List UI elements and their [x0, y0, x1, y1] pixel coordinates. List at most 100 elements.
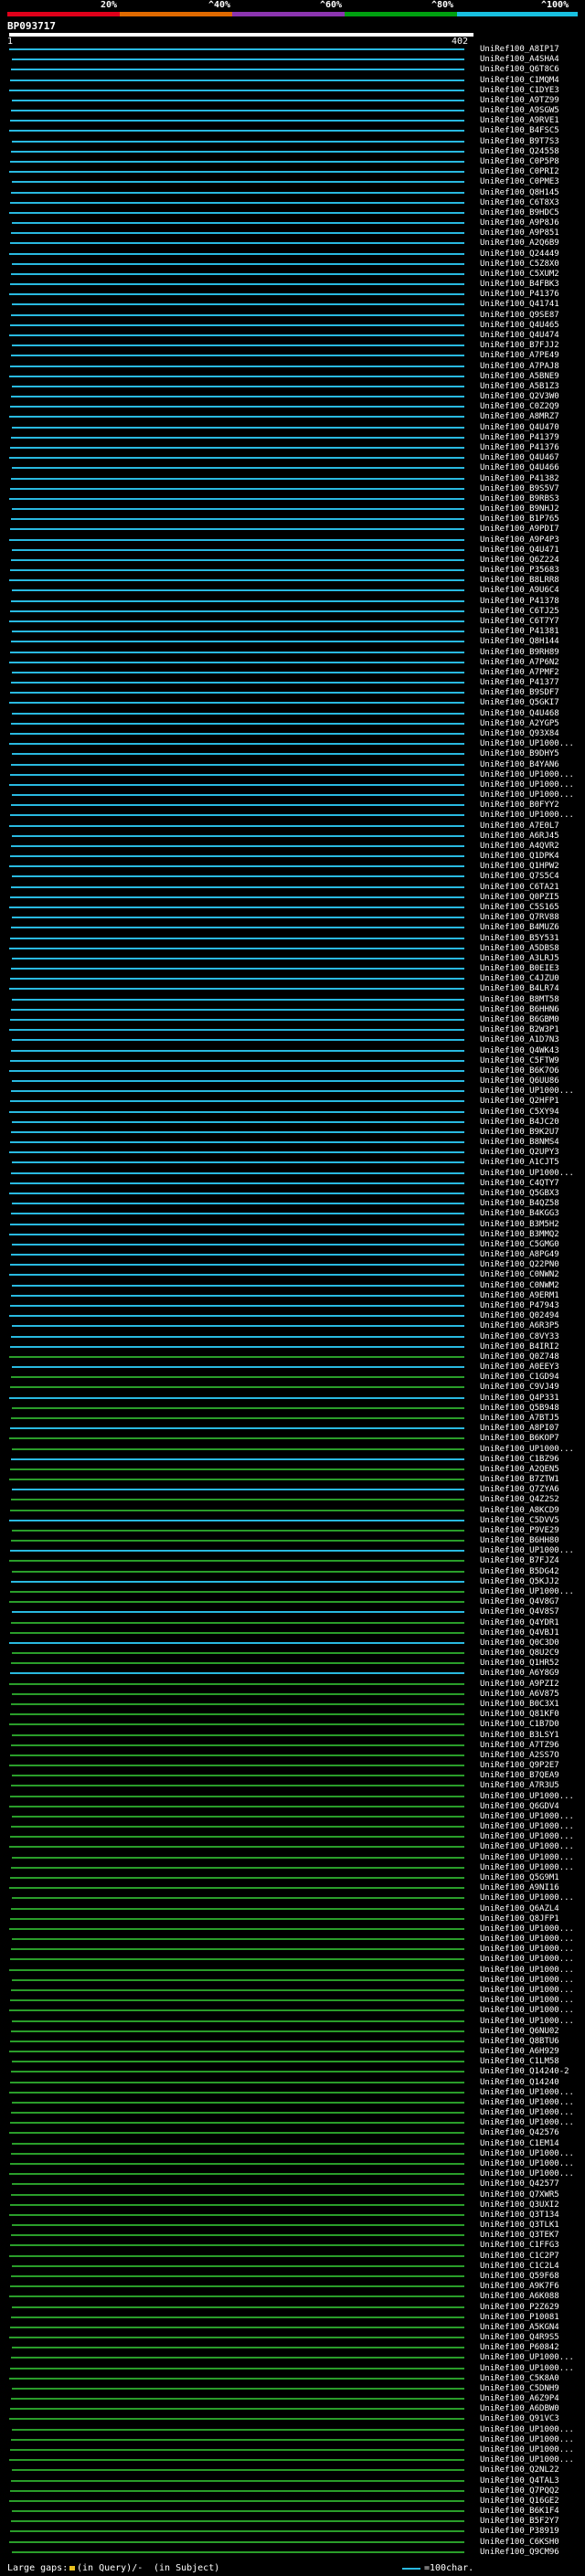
hit-alignment-bar[interactable] [11, 1662, 464, 1665]
hit-alignment-bar[interactable] [12, 140, 464, 143]
hit-label[interactable]: UniRef100_P9VE29 [480, 1526, 559, 1535]
hit-label[interactable]: UniRef100_B4YAN6 [480, 760, 559, 769]
hit-label[interactable]: UniRef100_UP1000... [480, 1853, 574, 1862]
hit-label[interactable]: UniRef100_B6GBM0 [480, 1015, 559, 1024]
hit-label[interactable]: UniRef100_A5B1Z3 [480, 382, 559, 391]
hit-alignment-bar[interactable] [11, 2316, 464, 2318]
hit-alignment-bar[interactable] [10, 651, 464, 653]
hit-alignment-bar[interactable] [10, 1182, 464, 1184]
hit-label[interactable]: UniRef100_Q6T8C6 [480, 66, 559, 74]
hit-alignment-bar[interactable] [9, 2295, 464, 2298]
hit-alignment-bar[interactable] [10, 1754, 464, 1756]
hit-alignment-bar[interactable] [9, 824, 464, 827]
hit-label[interactable]: UniRef100_Q4U474 [480, 332, 559, 340]
hit-label[interactable]: UniRef100_UP1000... [480, 1812, 574, 1821]
hit-alignment-bar[interactable] [10, 1836, 464, 1839]
hit-label[interactable]: UniRef100_Q1DPK4 [480, 853, 559, 861]
hit-alignment-bar[interactable] [10, 732, 464, 735]
hit-label[interactable]: UniRef100_C0Z2Q9 [480, 403, 559, 411]
hit-alignment-bar[interactable] [10, 120, 464, 122]
hit-label[interactable]: UniRef100_UP1000... [480, 1833, 574, 1841]
hit-label[interactable]: UniRef100_C0NWN2 [480, 1271, 559, 1279]
hit-label[interactable]: UniRef100_Q81KF0 [480, 1711, 559, 1719]
hit-label[interactable]: UniRef100_Q4U470 [480, 423, 559, 432]
hit-label[interactable]: UniRef100_C5XY94 [480, 1108, 559, 1117]
hit-label[interactable]: UniRef100_C0PRI2 [480, 168, 559, 176]
hit-label[interactable]: UniRef100_B6K1F4 [480, 2507, 559, 2516]
hit-alignment-bar[interactable] [11, 436, 464, 439]
hit-label[interactable]: UniRef100_A9P4P3 [480, 535, 559, 545]
hit-alignment-bar[interactable] [12, 1652, 464, 1655]
hit-alignment-bar[interactable] [9, 2254, 464, 2257]
hit-alignment-bar[interactable] [10, 2489, 464, 2492]
hit-label[interactable]: UniRef100_P47943 [480, 1302, 559, 1310]
hit-label[interactable]: UniRef100_Q4WK43 [480, 1046, 559, 1055]
hit-label[interactable]: UniRef100_A4QVR2 [480, 842, 559, 851]
hit-alignment-bar[interactable] [12, 2510, 464, 2513]
hit-alignment-bar[interactable] [11, 682, 464, 684]
hit-alignment-bar[interactable] [10, 1100, 464, 1103]
hit-label[interactable]: UniRef100_B9T7S3 [480, 137, 559, 146]
hit-alignment-bar[interactable] [10, 896, 464, 898]
hit-label[interactable]: UniRef100_UP1000... [480, 1966, 574, 1975]
hit-label[interactable]: UniRef100_B5Y531 [480, 934, 559, 943]
hit-label[interactable]: UniRef100_UP1000... [480, 1976, 574, 1985]
hit-alignment-bar[interactable] [11, 2398, 464, 2401]
hit-label[interactable]: UniRef100_P41378 [480, 597, 559, 606]
hit-label[interactable]: UniRef100_Q42577 [480, 2180, 559, 2189]
hit-label[interactable]: UniRef100_UP1000... [480, 2109, 574, 2117]
hit-alignment-bar[interactable] [10, 323, 464, 326]
hit-alignment-bar[interactable] [9, 1927, 464, 1930]
hit-label[interactable]: UniRef100_C6T7Y7 [480, 618, 559, 626]
hit-alignment-bar[interactable] [10, 1591, 464, 1593]
hit-alignment-bar[interactable] [12, 2550, 464, 2553]
hit-label[interactable]: UniRef100_UP1000... [480, 770, 574, 779]
hit-alignment-bar[interactable] [9, 1682, 464, 1685]
hit-alignment-bar[interactable] [9, 497, 464, 500]
hit-label[interactable]: UniRef100_B9RH89 [480, 648, 559, 657]
hit-alignment-bar[interactable] [11, 1130, 464, 1133]
hit-label[interactable]: UniRef100_UP1000... [480, 1986, 574, 1995]
hit-alignment-bar[interactable] [12, 2061, 464, 2063]
hit-label[interactable]: UniRef100_B4KGG3 [480, 1210, 559, 1218]
hit-label[interactable]: UniRef100_Q3T134 [480, 2210, 559, 2220]
hit-label[interactable]: UniRef100_Q41741 [480, 301, 559, 309]
hit-label[interactable]: UniRef100_B2W3P1 [480, 1026, 559, 1034]
hit-label[interactable]: UniRef100_UP1000... [480, 1087, 574, 1096]
hit-label[interactable]: UniRef100_C9VJ49 [480, 1383, 559, 1392]
hit-alignment-bar[interactable] [10, 79, 464, 81]
hit-alignment-bar[interactable] [9, 1355, 464, 1358]
hit-alignment-bar[interactable] [11, 2479, 464, 2482]
hit-label[interactable]: UniRef100_P60842 [480, 2344, 559, 2352]
hit-label[interactable]: UniRef100_B0EIE3 [480, 965, 559, 973]
hit-label[interactable]: UniRef100_B9DHY5 [480, 750, 559, 758]
hit-alignment-bar[interactable] [12, 2101, 464, 2104]
hit-alignment-bar[interactable] [9, 2418, 464, 2421]
hit-alignment-bar[interactable] [12, 2347, 464, 2349]
hit-label[interactable]: UniRef100_A6DBW0 [480, 2405, 559, 2413]
hit-alignment-bar[interactable] [11, 396, 464, 398]
hit-label[interactable]: UniRef100_Q02494 [480, 1312, 559, 1320]
hit-alignment-bar[interactable] [9, 865, 464, 868]
hit-label[interactable]: UniRef100_C1B7D0 [480, 1721, 559, 1729]
hit-alignment-bar[interactable] [12, 262, 464, 265]
hit-alignment-bar[interactable] [11, 804, 464, 807]
hit-label[interactable]: UniRef100_C6TA21 [480, 883, 559, 892]
hit-alignment-bar[interactable] [11, 1540, 464, 1542]
hit-alignment-bar[interactable] [12, 2019, 464, 2022]
hit-alignment-bar[interactable] [10, 855, 464, 858]
hit-label[interactable]: UniRef100_UP1000... [480, 1956, 574, 1964]
hit-label[interactable]: UniRef100_UP1000... [480, 2354, 574, 2362]
hit-label[interactable]: UniRef100_A7P6N2 [480, 658, 559, 667]
hit-alignment-bar[interactable] [10, 2203, 464, 2206]
hit-alignment-bar[interactable] [9, 2091, 464, 2094]
hit-label[interactable]: UniRef100_C1BZ96 [480, 1455, 559, 1464]
hit-label[interactable]: UniRef100_UP1000... [480, 2007, 574, 2015]
hit-label[interactable]: UniRef100_UP1000... [480, 1445, 574, 1454]
hit-label[interactable]: UniRef100_B6HHN6 [480, 1005, 559, 1014]
hit-alignment-bar[interactable] [10, 610, 464, 612]
hit-label[interactable]: UniRef100_B5F2Y7 [480, 2518, 559, 2526]
hit-alignment-bar[interactable] [10, 1059, 464, 1062]
hit-alignment-bar[interactable] [10, 2530, 464, 2533]
hit-alignment-bar[interactable] [11, 927, 464, 929]
